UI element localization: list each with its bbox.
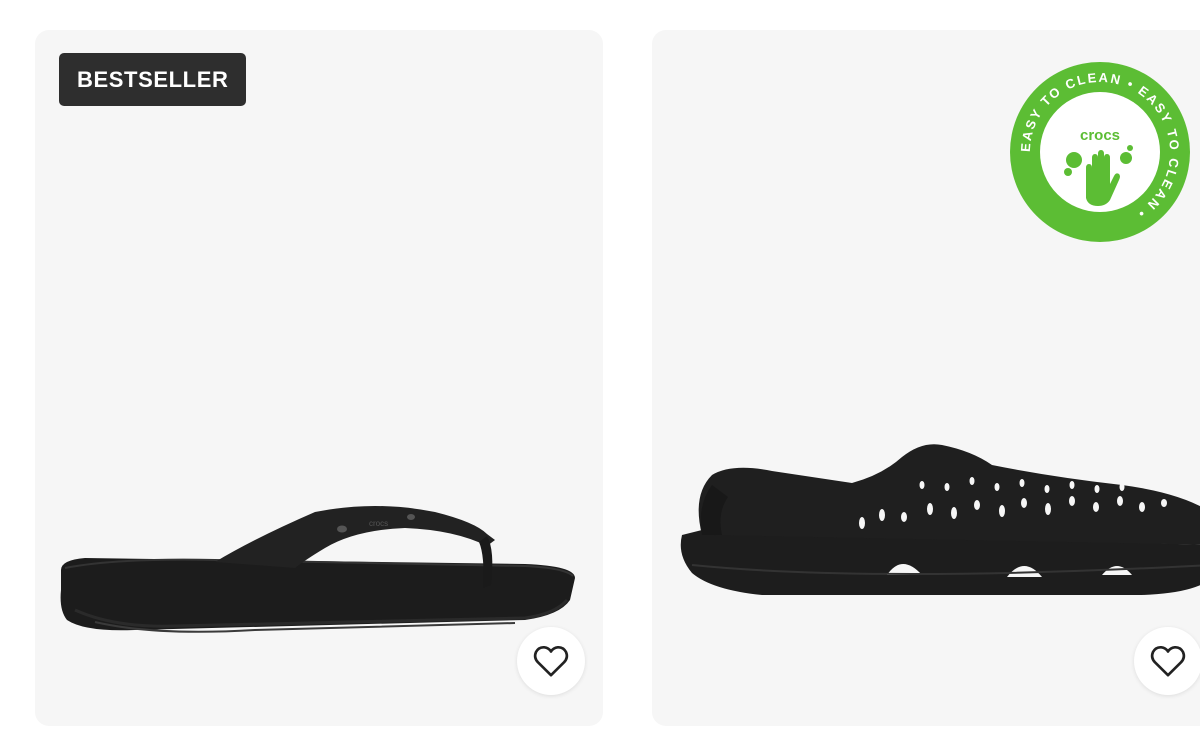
product-card-sandal[interactable]: EASY TO CLEAN • EASY TO CLEAN • crocs [652,30,1200,726]
wishlist-button[interactable] [517,627,585,695]
heart-icon [1150,645,1186,677]
product-card-flip-flop[interactable]: BESTSELLER crocs [35,30,603,726]
heart-icon [533,645,569,677]
sandal-image[interactable] [672,405,1200,610]
flip-flop-image[interactable]: crocs [55,460,585,650]
svg-text:crocs: crocs [1080,127,1120,144]
svg-text:crocs: crocs [369,519,388,528]
bestseller-badge: BESTSELLER [59,53,247,106]
wishlist-button[interactable] [1134,627,1200,695]
easy-to-clean-badge: EASY TO CLEAN • EASY TO CLEAN • crocs [1010,62,1190,242]
product-grid: BESTSELLER crocs EASY TO CLEAN • EASY TO… [0,0,1200,729]
